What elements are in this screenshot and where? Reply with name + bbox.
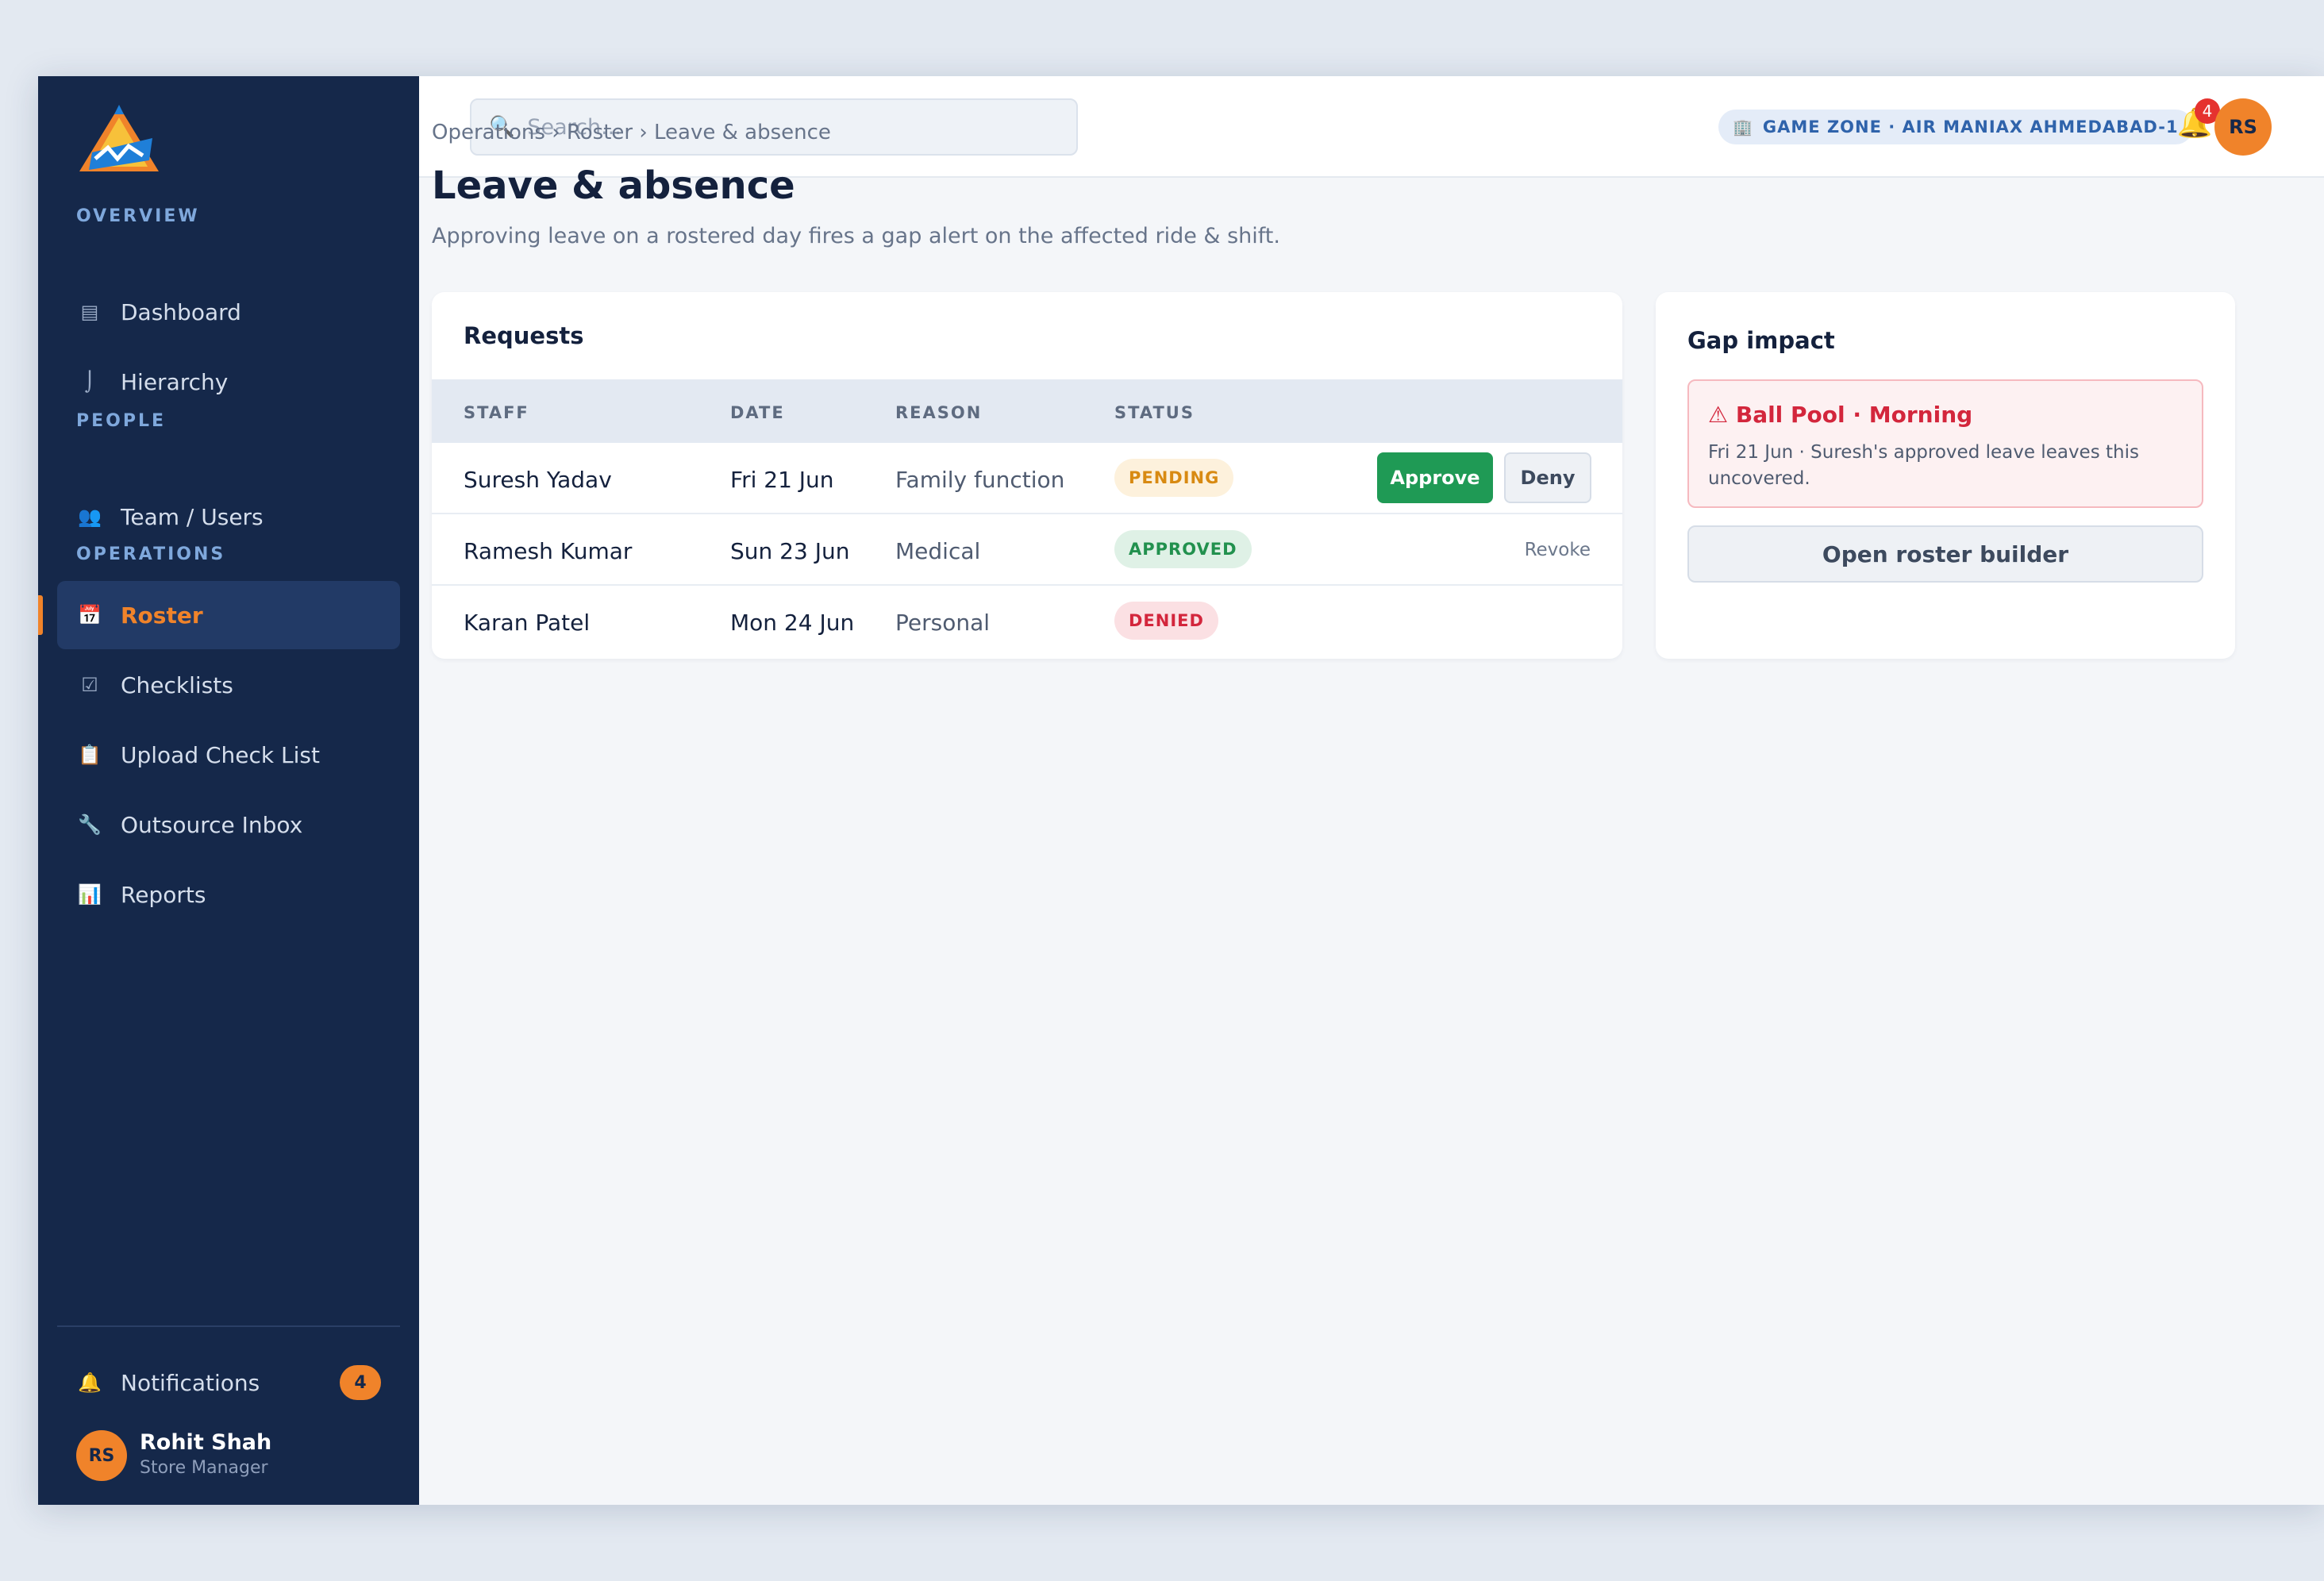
- location-label: GAME ZONE · AIR MANIAX AHMEDABAD-1: [1762, 117, 2179, 137]
- deny-button[interactable]: Deny: [1504, 452, 1591, 503]
- staff-name: Karan Patel: [464, 610, 591, 636]
- staff-name: Ramesh Kumar: [464, 538, 633, 564]
- bell-icon: 🔔: [78, 1371, 102, 1394]
- building-icon: 🏢: [1733, 117, 1753, 137]
- column-header-staff: STAFF: [464, 403, 529, 422]
- section-label-overview: OVERVIEW: [76, 206, 200, 226]
- status-badge: APPROVED: [1114, 530, 1252, 568]
- staff-name: Suresh Yadav: [464, 467, 612, 493]
- wrench-icon: 🔧: [78, 814, 102, 836]
- sidebar-item-label: Outsource Inbox: [121, 811, 303, 838]
- gap-alert-title: ⚠ Ball Pool · Morning: [1708, 402, 1973, 428]
- leave-date: Mon 24 Jun: [730, 610, 855, 636]
- profile-avatar[interactable]: RS: [2214, 98, 2272, 156]
- leave-reason: Medical: [895, 538, 981, 564]
- breadcrumb[interactable]: Operations › Roster › Leave & absence: [432, 121, 831, 144]
- table-row: Ramesh Kumar Sun 23 Jun Medical APPROVED…: [432, 514, 1622, 586]
- sidebar-item-dashboard[interactable]: ▤ Dashboard: [57, 278, 400, 346]
- section-label-people: PEOPLE: [76, 411, 167, 431]
- sidebar: OVERVIEW ▤ Dashboard ⌡ Hierarchy PEOPLE …: [38, 76, 419, 1505]
- sidebar-item-label: Reports: [121, 881, 206, 908]
- leave-reason: Family function: [895, 467, 1065, 493]
- sidebar-item-label: Checklists: [121, 671, 233, 698]
- page-subtitle: Approving leave on a rostered day fires …: [432, 224, 1280, 248]
- sidebar-item-label: Upload Check List: [121, 741, 320, 768]
- requests-title: Requests: [464, 322, 584, 349]
- page-title: Leave & absence: [432, 163, 795, 208]
- clipboard-icon: 📋: [78, 744, 102, 766]
- calendar-icon: 📅: [78, 604, 102, 626]
- sidebar-item-checklists[interactable]: ☑ Checklists: [57, 651, 400, 719]
- approve-button[interactable]: Approve: [1377, 452, 1493, 503]
- sidebar-item-label: Notifications: [121, 1369, 260, 1396]
- hierarchy-icon: ⌡: [84, 371, 95, 393]
- sidebar-item-roster[interactable]: 📅 Roster: [38, 581, 400, 649]
- sidebar-item-label: Dashboard: [121, 298, 241, 325]
- open-roster-builder-button[interactable]: Open roster builder: [1687, 525, 2203, 583]
- sidebar-item-reports[interactable]: 📊 Reports: [57, 860, 400, 929]
- user-role: Store Manager: [140, 1458, 268, 1478]
- status-badge: PENDING: [1114, 459, 1234, 497]
- sidebar-item-label: Roster: [121, 602, 203, 629]
- app-window: OVERVIEW ▤ Dashboard ⌡ Hierarchy PEOPLE …: [38, 76, 2324, 1505]
- revoke-link[interactable]: Revoke: [1525, 540, 1591, 560]
- column-header-reason: REASON: [895, 403, 983, 422]
- user-avatar[interactable]: RS: [76, 1430, 127, 1481]
- table-header: STAFF DATE REASON STATUS: [432, 379, 1622, 443]
- sidebar-item-label: Hierarchy: [121, 368, 229, 395]
- air-maniax-logo[interactable]: [76, 103, 162, 178]
- column-header-status: STATUS: [1114, 403, 1195, 422]
- gap-alert: ⚠ Ball Pool · Morning Fri 21 Jun · Sures…: [1687, 379, 2203, 508]
- gap-alert-text: Fri 21 Jun · Suresh's approved leave lea…: [1708, 442, 2139, 489]
- notifications-count-badge: 4: [340, 1365, 381, 1400]
- sidebar-item-upload-check-list[interactable]: 📋 Upload Check List: [57, 721, 400, 789]
- column-header-date: DATE: [730, 403, 785, 422]
- gap-impact-card: Gap impact ⚠ Ball Pool · Morning Fri 21 …: [1656, 292, 2235, 659]
- checkbox-icon: ☑: [81, 674, 98, 696]
- sidebar-item-team[interactable]: 👥 Team / Users: [57, 483, 400, 551]
- users-icon: 👥: [78, 506, 102, 528]
- table-row: Karan Patel Mon 24 Jun Personal DENIED: [432, 586, 1622, 657]
- dashboard-icon: ▤: [80, 301, 99, 323]
- leave-date: Fri 21 Jun: [730, 467, 834, 493]
- requests-card: Requests STAFF DATE REASON STATUS Suresh…: [432, 292, 1622, 659]
- status-badge: DENIED: [1114, 602, 1218, 640]
- section-label-operations: OPERATIONS: [76, 544, 226, 564]
- location-selector[interactable]: 🏢 GAME ZONE · AIR MANIAX AHMEDABAD-1: [1718, 110, 2193, 144]
- sidebar-divider: [57, 1325, 400, 1327]
- sidebar-item-label: Team / Users: [121, 503, 264, 530]
- leave-reason: Personal: [895, 610, 991, 636]
- user-name: Rohit Shah: [140, 1430, 272, 1455]
- leave-date: Sun 23 Jun: [730, 538, 850, 564]
- gap-impact-title: Gap impact: [1687, 327, 1835, 354]
- sidebar-item-hierarchy[interactable]: ⌡ Hierarchy: [57, 348, 400, 416]
- bar-chart-icon: 📊: [78, 883, 102, 906]
- table-row: Suresh Yadav Fri 21 Jun Family function …: [432, 443, 1622, 514]
- sidebar-item-outsource-inbox[interactable]: 🔧 Outsource Inbox: [57, 790, 400, 859]
